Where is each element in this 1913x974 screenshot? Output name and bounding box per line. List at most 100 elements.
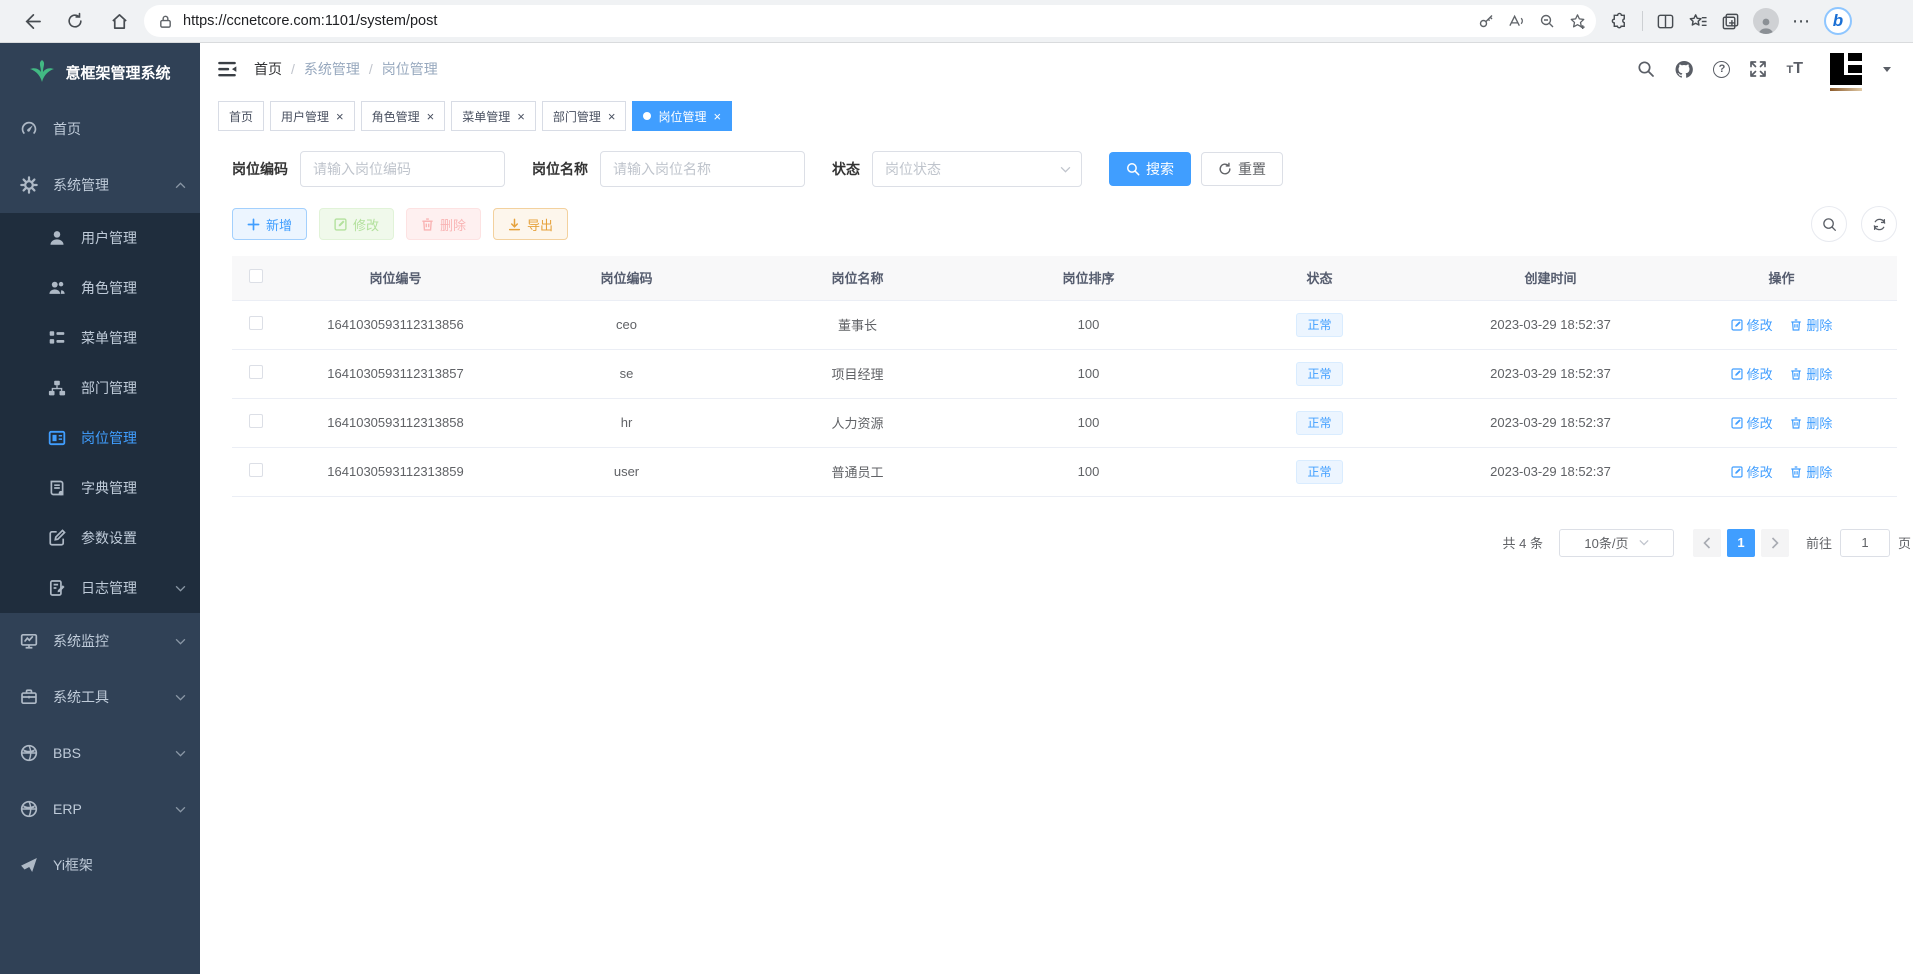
read-aloud-icon[interactable] <box>1508 13 1525 29</box>
back-button[interactable] <box>14 4 48 38</box>
close-icon[interactable]: × <box>336 110 344 123</box>
tab-post-mgmt[interactable]: 岗位管理 × <box>632 101 732 131</box>
post-code-input[interactable] <box>300 151 505 187</box>
sidebar-item-tools[interactable]: 系统工具 <box>0 669 200 725</box>
sidebar-item-label: 岗位管理 <box>81 428 137 448</box>
sidebar-item-home[interactable]: 首页 <box>0 101 200 157</box>
sidebar-item-monitor[interactable]: 系统监控 <box>0 613 200 669</box>
tab-role-mgmt[interactable]: 角色管理 × <box>361 101 446 131</box>
sidebar-item-posts[interactable]: 岗位管理 <box>0 413 200 463</box>
hamburger-icon[interactable] <box>216 58 238 80</box>
sidebar-item-menus[interactable]: 菜单管理 <box>0 313 200 363</box>
sidebar-item-dicts[interactable]: 字典管理 <box>0 463 200 513</box>
app-logo[interactable]: 意框架管理系统 <box>0 43 200 101</box>
row-delete-link[interactable]: 删除 <box>1790 413 1832 432</box>
close-icon[interactable]: × <box>608 110 616 123</box>
table-search-toggle[interactable] <box>1811 206 1847 242</box>
edit-icon <box>334 218 347 231</box>
sidebar-item-yi-framework[interactable]: Yi框架 <box>0 837 200 893</box>
favorites-bar-icon[interactable] <box>1688 12 1708 31</box>
row-edit-link[interactable]: 修改 <box>1731 315 1773 334</box>
row-checkbox[interactable] <box>249 463 263 477</box>
reset-button[interactable]: 重置 <box>1201 152 1283 186</box>
table-row[interactable]: 1641030593112313856 ceo 董事长 100 正常 2023-… <box>232 300 1897 349</box>
tab-dept-mgmt[interactable]: 部门管理 × <box>542 101 627 131</box>
delete-button-disabled[interactable]: 删除 <box>406 208 481 240</box>
close-icon[interactable]: × <box>427 110 435 123</box>
cell-post-id: 1641030593112313858 <box>280 398 511 447</box>
favorite-add-icon[interactable] <box>1569 13 1586 30</box>
extensions-icon[interactable] <box>1610 12 1629 31</box>
caret-down-icon[interactable] <box>1883 67 1891 76</box>
sidebar-item-system[interactable]: 系统管理 <box>0 157 200 213</box>
key-icon[interactable] <box>1478 13 1494 29</box>
col-actions: 操作 <box>1666 256 1897 300</box>
row-edit-link[interactable]: 修改 <box>1731 364 1773 383</box>
active-dot <box>643 112 651 120</box>
row-delete-link[interactable]: 删除 <box>1790 364 1832 383</box>
sidebar-item-bbs[interactable]: BBS <box>0 725 200 781</box>
status-select[interactable]: 岗位状态 <box>872 151 1082 187</box>
next-page-button[interactable] <box>1761 529 1789 557</box>
refresh-button[interactable] <box>58 4 92 38</box>
page-size-select[interactable]: 10条/页 <box>1559 529 1674 557</box>
more-icon[interactable]: ⋯ <box>1792 11 1811 32</box>
table-toolbar: 新增 修改 删除 导出 <box>232 206 1897 242</box>
col-post-sort: 岗位排序 <box>973 256 1204 300</box>
current-page[interactable]: 1 <box>1727 529 1755 557</box>
collections-icon[interactable] <box>1721 12 1740 31</box>
help-icon[interactable]: ? <box>1713 61 1730 78</box>
url-text[interactable]: https://ccnetcore.com:1101/system/post <box>183 13 1478 29</box>
row-checkbox[interactable] <box>249 365 263 379</box>
row-delete-link[interactable]: 删除 <box>1790 462 1832 481</box>
tool-icon <box>20 688 38 706</box>
row-edit-link[interactable]: 修改 <box>1731 413 1773 432</box>
bing-chat-icon[interactable]: b <box>1824 7 1852 35</box>
table-row[interactable]: 1641030593112313859 user 普通员工 100 正常 202… <box>232 447 1897 496</box>
log-icon <box>48 579 66 597</box>
prev-page-button[interactable] <box>1693 529 1721 557</box>
toolbar-divider <box>1642 11 1643 31</box>
tab-home[interactable]: 首页 <box>218 101 264 131</box>
tab-user-mgmt[interactable]: 用户管理 × <box>270 101 355 131</box>
select-all-checkbox[interactable] <box>249 269 263 283</box>
post-name-input[interactable] <box>600 151 805 187</box>
table-refresh-button[interactable] <box>1861 206 1897 242</box>
row-edit-link[interactable]: 修改 <box>1731 462 1773 481</box>
close-icon[interactable]: × <box>517 110 525 123</box>
sidebar-item-label: BBS <box>53 745 81 761</box>
sidebar-item-users[interactable]: 用户管理 <box>0 213 200 263</box>
col-post-name: 岗位名称 <box>742 256 973 300</box>
cell-post-code: se <box>511 349 742 398</box>
address-bar[interactable]: https://ccnetcore.com:1101/system/post <box>144 5 1596 37</box>
row-checkbox[interactable] <box>249 316 263 330</box>
search-icon[interactable] <box>1637 60 1655 78</box>
fullscreen-icon[interactable] <box>1749 60 1767 78</box>
add-button[interactable]: 新增 <box>232 208 307 240</box>
row-checkbox[interactable] <box>249 414 263 428</box>
export-button[interactable]: 导出 <box>493 208 568 240</box>
search-button[interactable]: 搜索 <box>1109 152 1191 186</box>
sidebar-item-erp[interactable]: ERP <box>0 781 200 837</box>
breadcrumb-home[interactable]: 首页 <box>254 59 282 79</box>
edit-button-disabled[interactable]: 修改 <box>319 208 394 240</box>
text-size-icon[interactable]: TT <box>1786 60 1803 78</box>
sidebar-item-roles[interactable]: 角色管理 <box>0 263 200 313</box>
table-row[interactable]: 1641030593112313857 se 项目经理 100 正常 2023-… <box>232 349 1897 398</box>
tab-label: 岗位管理 <box>658 108 706 125</box>
sidebar-item-depts[interactable]: 部门管理 <box>0 363 200 413</box>
close-icon[interactable]: × <box>713 110 721 123</box>
row-delete-link[interactable]: 删除 <box>1790 315 1832 334</box>
profile-avatar[interactable] <box>1753 8 1779 34</box>
user-avatar-logo[interactable] <box>1828 51 1864 87</box>
sidebar-item-logs[interactable]: 日志管理 <box>0 563 200 613</box>
split-screen-icon[interactable] <box>1656 12 1675 31</box>
home-button[interactable] <box>102 4 136 38</box>
sidebar-item-params[interactable]: 参数设置 <box>0 513 200 563</box>
tab-menu-mgmt[interactable]: 菜单管理 × <box>451 101 536 131</box>
status-badge: 正常 <box>1296 411 1342 435</box>
zoom-out-icon[interactable] <box>1539 13 1555 29</box>
github-icon[interactable] <box>1674 60 1694 79</box>
table-row[interactable]: 1641030593112313858 hr 人力资源 100 正常 2023-… <box>232 398 1897 447</box>
goto-page-input[interactable] <box>1840 529 1890 557</box>
